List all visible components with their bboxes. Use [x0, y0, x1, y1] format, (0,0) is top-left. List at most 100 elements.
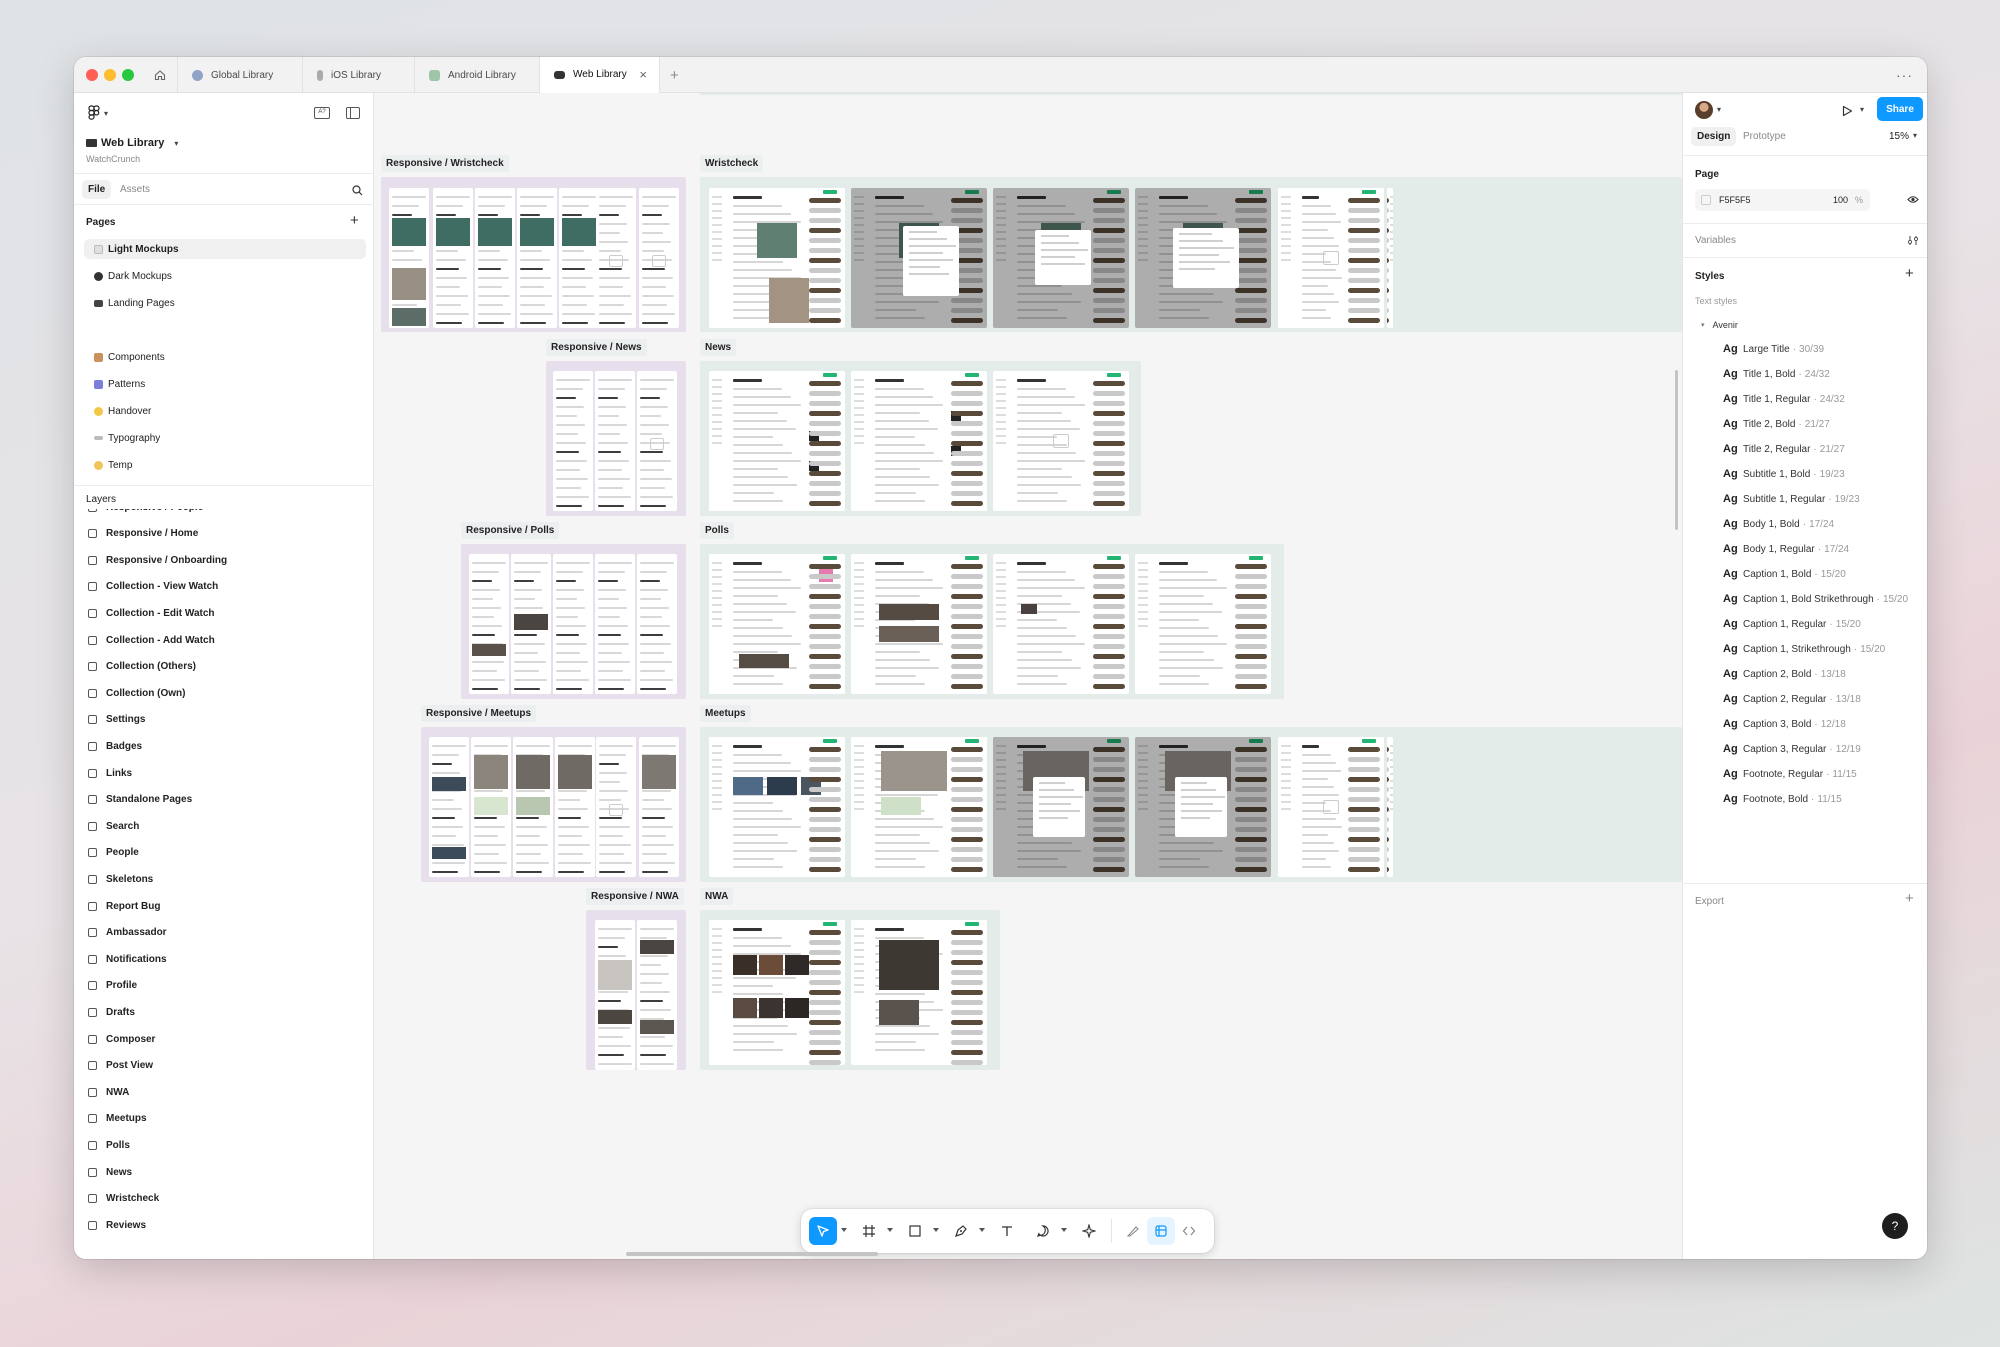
frame-label[interactable]: Responsive / Polls [461, 522, 560, 539]
text-style-item[interactable]: Ag Caption 2, Regular · 13/18 [1723, 693, 1861, 705]
text-style-item[interactable]: Ag Subtitle 1, Regular · 19/23 [1723, 493, 1860, 505]
frame-label[interactable]: NWA [700, 888, 734, 905]
dev-mode-button[interactable] [1175, 1217, 1203, 1245]
desktop-mockup[interactable] [709, 188, 845, 328]
close-window-button[interactable] [86, 69, 98, 81]
frame-label[interactable]: Polls [700, 522, 734, 539]
mobile-mockup[interactable] [639, 188, 679, 328]
text-style-item[interactable]: Ag Footnote, Bold · 11/15 [1723, 793, 1842, 805]
help-button[interactable]: ? [1882, 1213, 1908, 1239]
desktop-mockup[interactable] [1135, 554, 1271, 694]
mobile-mockup[interactable] [555, 737, 595, 877]
main-menu-button[interactable]: ▾ [88, 105, 108, 121]
page-item-handover[interactable]: Handover [84, 401, 366, 421]
frame-label[interactable]: Responsive / Meetups [421, 705, 537, 722]
layer-item[interactable]: Standalone Pages [88, 790, 358, 810]
layer-item[interactable]: Reviews [88, 1215, 358, 1235]
chevron-down-icon[interactable] [933, 1228, 939, 1232]
horizontal-scrollbar[interactable] [626, 1252, 878, 1256]
canvas[interactable]: Responsive / Wristcheck Wristcheck Respons… [374, 93, 1682, 1259]
layer-item[interactable]: Responsive / People [88, 509, 358, 517]
text-style-item[interactable]: Ag Footnote, Regular · 11/15 [1723, 768, 1857, 780]
shape-tool-button[interactable] [901, 1217, 929, 1245]
comment-tool-button[interactable] [1029, 1217, 1057, 1245]
minimize-window-button[interactable] [104, 69, 116, 81]
text-style-item[interactable]: Ag Title 1, Regular · 24/32 [1723, 393, 1845, 405]
tab-android-library[interactable]: Android Library [415, 57, 540, 93]
mobile-mockup[interactable] [596, 188, 636, 328]
desktop-mockup[interactable] [1135, 188, 1271, 328]
tab-ios-library[interactable]: iOS Library [303, 57, 415, 93]
layer-item[interactable]: Collection - Edit Watch [88, 603, 358, 623]
layer-item[interactable]: Search [88, 816, 358, 836]
mobile-mockup[interactable] [471, 737, 511, 877]
text-style-item[interactable]: Ag Caption 3, Bold · 12/18 [1723, 718, 1846, 730]
layer-item[interactable]: Collection - Add Watch [88, 630, 358, 650]
tab-assets[interactable]: Assets [120, 184, 150, 195]
frame-label[interactable]: Responsive / News [546, 339, 647, 356]
mobile-mockup[interactable] [637, 371, 677, 511]
frame-label[interactable]: Responsive / Wristcheck [381, 155, 509, 172]
file-name-button[interactable]: Web Library ▾ [86, 137, 178, 149]
tab-prototype[interactable]: Prototype [1743, 131, 1786, 142]
text-style-item[interactable]: Ag Caption 2, Bold · 13/18 [1723, 668, 1846, 680]
layer-item[interactable]: People [88, 843, 358, 863]
frame-label[interactable]: News [700, 339, 737, 356]
chevron-down-icon[interactable]: ▾ [1717, 105, 1721, 114]
add-export-icon[interactable]: + [1905, 890, 1914, 907]
layer-item[interactable]: Meetups [88, 1109, 358, 1129]
text-tool-button[interactable] [993, 1217, 1021, 1245]
variables-settings-icon[interactable] [1907, 235, 1919, 246]
zoom-level[interactable]: 15% [1889, 131, 1909, 142]
mobile-mockup[interactable] [553, 554, 593, 694]
pen-tool-button[interactable] [947, 1217, 975, 1245]
layer-item[interactable]: Collection (Own) [88, 683, 358, 703]
layer-item[interactable]: Responsive / Home [88, 524, 358, 544]
layer-item[interactable]: Collection - View Watch [88, 577, 358, 597]
share-button[interactable]: Share [1877, 97, 1923, 121]
text-style-item[interactable]: Ag Title 1, Bold · 24/32 [1723, 368, 1830, 380]
desktop-mockup[interactable] [993, 554, 1129, 694]
avatar[interactable] [1695, 101, 1713, 119]
tab-web-library[interactable]: Web Library × [540, 57, 660, 93]
maximize-window-button[interactable] [122, 69, 134, 81]
desktop-mockup[interactable] [1278, 737, 1384, 877]
font-group-avenir[interactable]: ▾ Avenir [1701, 320, 1738, 330]
page-item-temp[interactable]: Temp [84, 455, 366, 475]
frame-label[interactable]: Meetups [700, 705, 751, 722]
page-item-landing-pages[interactable]: Landing Pages [84, 293, 366, 313]
tab-design[interactable]: Design [1691, 127, 1737, 146]
text-style-item[interactable]: Ag Caption 1, Regular · 15/20 [1723, 618, 1861, 630]
page-item-typography[interactable]: Typography [84, 428, 366, 448]
desktop-mockup[interactable] [851, 554, 987, 694]
mobile-mockup[interactable] [595, 920, 635, 1070]
page-item-patterns[interactable]: Patterns [84, 374, 366, 394]
mobile-mockup[interactable] [596, 737, 636, 877]
mobile-mockup[interactable] [433, 188, 473, 328]
desktop-mockup[interactable] [1135, 737, 1271, 877]
page-item-components[interactable]: Components [84, 347, 366, 367]
text-style-item[interactable]: Ag Body 1, Bold · 17/24 [1723, 518, 1834, 530]
text-style-item[interactable]: Ag Caption 1, Bold Strikethrough · 15/20 [1723, 593, 1908, 605]
move-tool-button[interactable] [809, 1217, 837, 1245]
page-item-light-mockups[interactable]: Light Mockups [84, 239, 366, 259]
layer-item[interactable]: Settings [88, 710, 358, 730]
tab-file[interactable]: File [82, 180, 112, 199]
mobile-mockup[interactable] [511, 554, 551, 694]
mobile-mockup[interactable] [637, 920, 677, 1070]
desktop-mockup[interactable] [1387, 737, 1393, 877]
mobile-mockup[interactable] [513, 737, 553, 877]
layer-item[interactable]: Skeletons [88, 869, 358, 889]
layer-item[interactable]: Profile [88, 976, 358, 996]
chevron-down-icon[interactable] [1061, 1228, 1067, 1232]
chevron-down-icon[interactable] [887, 1228, 893, 1232]
chevron-down-icon[interactable] [841, 1228, 847, 1232]
actions-tool-button[interactable] [1075, 1217, 1103, 1245]
layer-item[interactable]: Ambassador [88, 923, 358, 943]
text-style-item[interactable]: Ag Caption 1, Strikethrough · 15/20 [1723, 643, 1885, 655]
tab-global-library[interactable]: Global Library [178, 57, 303, 93]
desktop-mockup[interactable] [851, 188, 987, 328]
more-icon[interactable]: ··· [1896, 67, 1913, 83]
desktop-mockup[interactable] [993, 737, 1129, 877]
add-page-icon[interactable]: + [350, 212, 359, 229]
